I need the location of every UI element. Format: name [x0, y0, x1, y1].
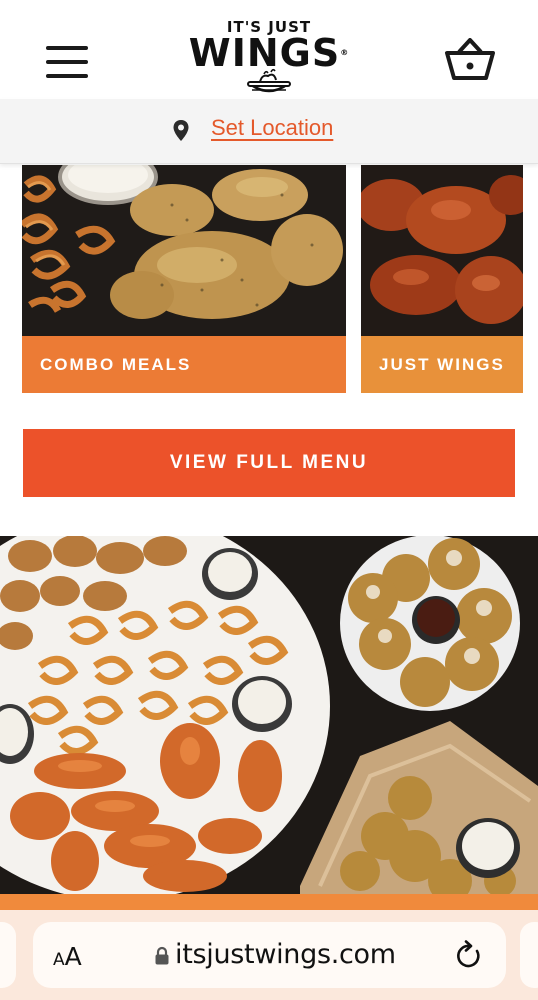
view-full-menu-button[interactable]: VIEW FULL MENU [23, 429, 515, 497]
lock-icon [155, 946, 169, 965]
next-tab-edge[interactable] [520, 922, 538, 988]
just-wings-image [361, 165, 523, 336]
site-header: IT'S JUST WINGS® [0, 0, 538, 100]
brand-logo[interactable]: IT'S JUST WINGS® [184, 18, 354, 100]
category-card-just-wings[interactable]: JUST WINGS [361, 165, 523, 393]
just-wings-label: JUST WINGS [361, 336, 523, 393]
location-pin-icon [173, 120, 189, 141]
url-text[interactable]: itsjustwings.com [175, 939, 396, 970]
combo-meals-label: COMBO MEALS [22, 336, 346, 393]
set-location-link[interactable]: Set Location [211, 115, 333, 141]
basket-icon[interactable] [444, 38, 496, 82]
hero-food-photo [0, 536, 538, 894]
category-card-combo-meals[interactable]: COMBO MEALS [22, 165, 346, 393]
footer-accent-strip [0, 894, 538, 910]
logo-main-text: WINGS® [188, 31, 350, 75]
location-bar: Set Location [0, 99, 538, 164]
browser-address-bar: AA itsjustwings.com [0, 910, 538, 1000]
previous-tab-edge[interactable] [0, 922, 16, 988]
hamburger-menu-icon[interactable] [46, 46, 88, 80]
url-pill[interactable]: AA itsjustwings.com [33, 922, 506, 988]
wing-basket-logo-icon [247, 68, 291, 93]
combo-meals-image [22, 165, 346, 336]
reload-icon[interactable] [455, 940, 483, 970]
text-size-button[interactable]: AA [53, 942, 82, 971]
